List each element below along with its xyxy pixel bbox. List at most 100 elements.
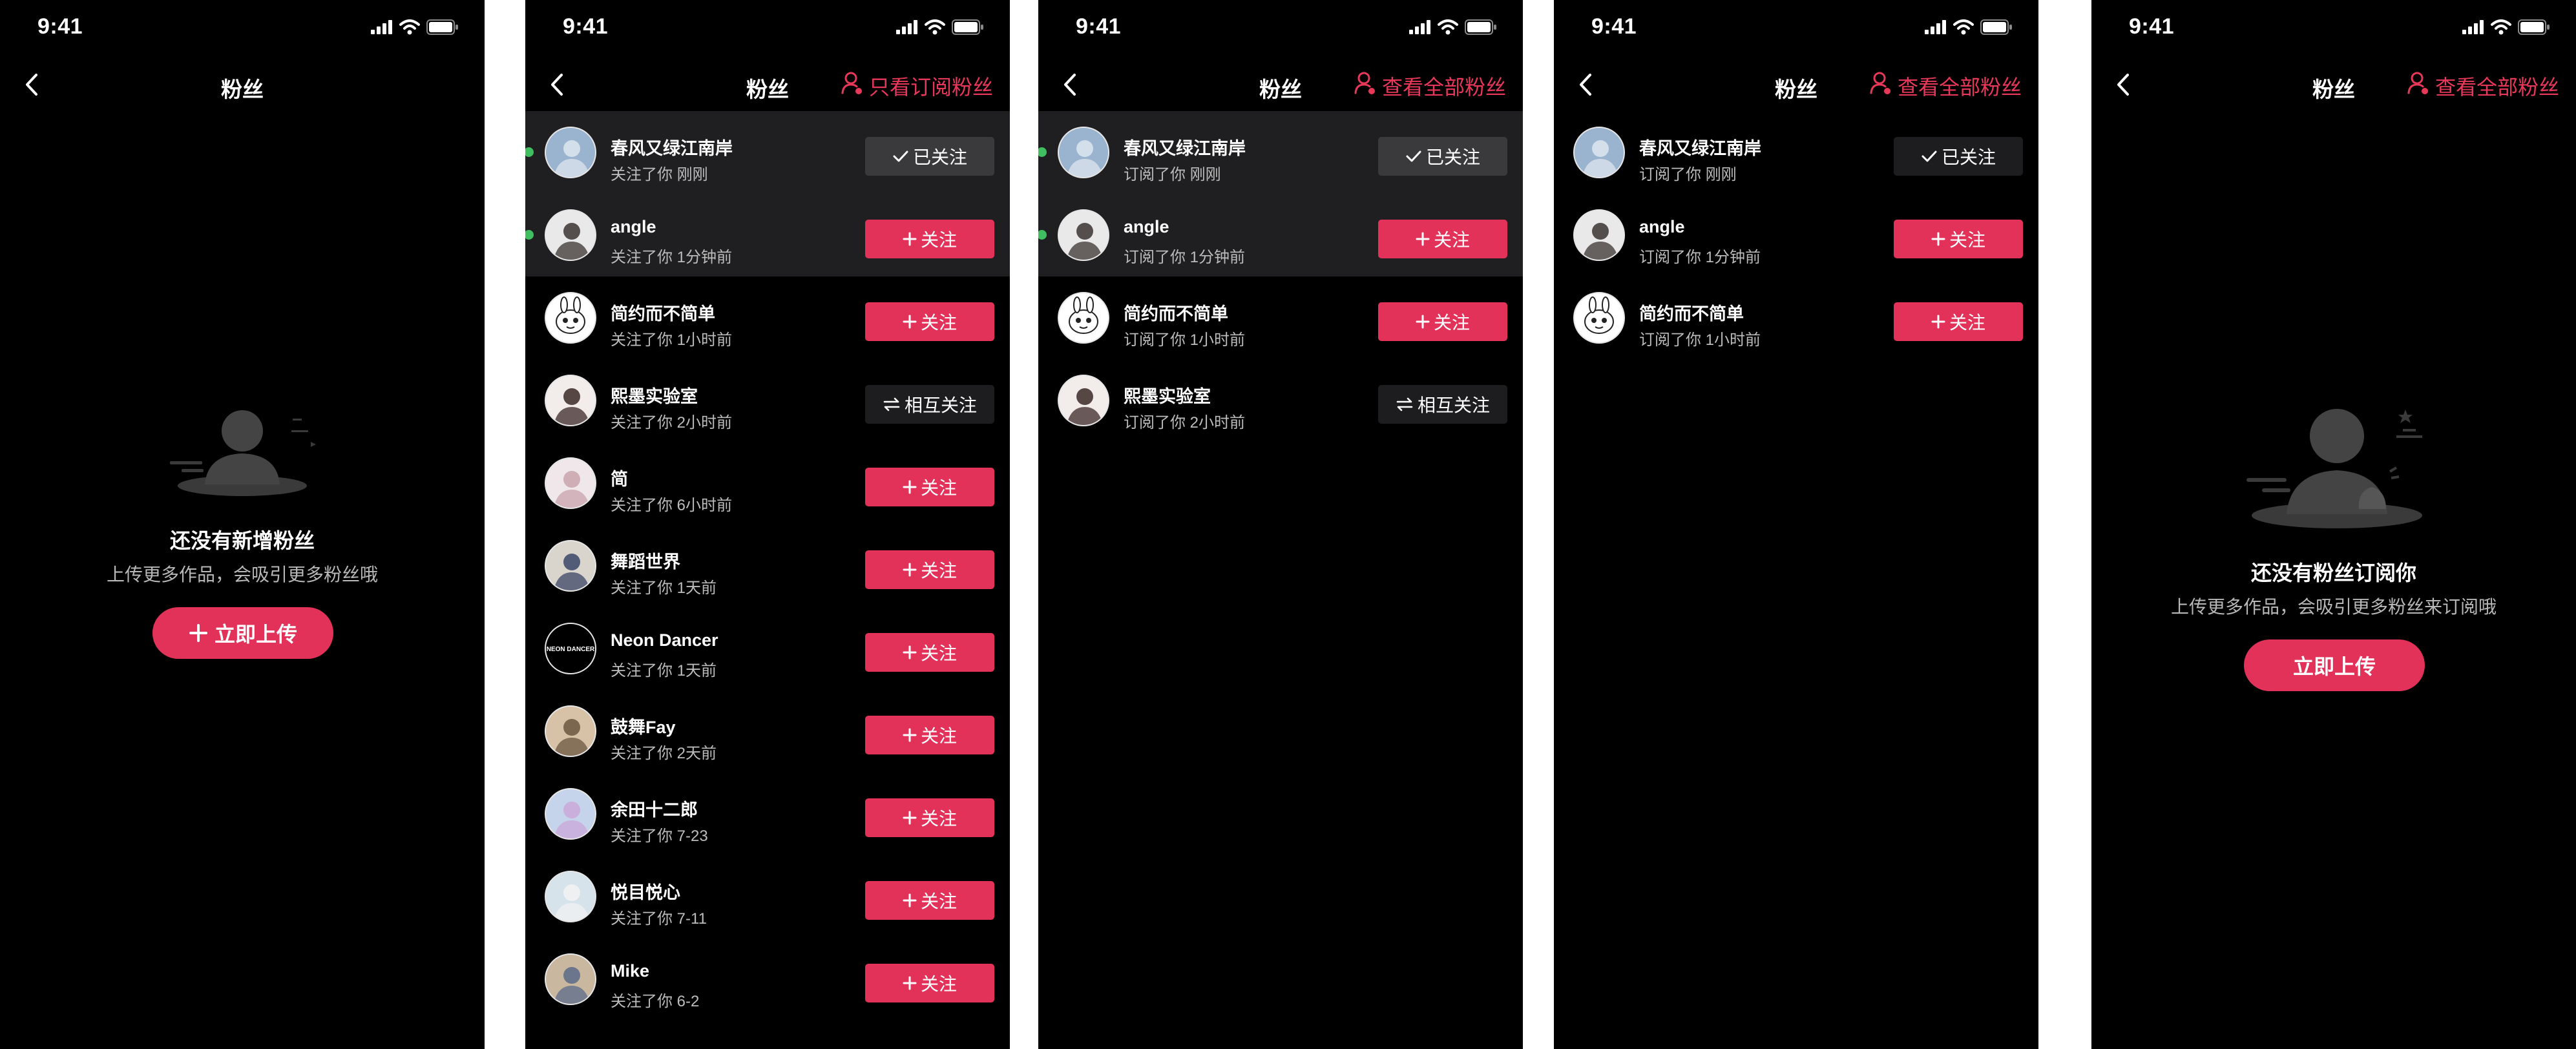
list-item[interactable]: NEON DANCER Neon Dancer 关注了你 1天前 关注 — [525, 607, 1010, 690]
user-name[interactable]: angle — [1639, 217, 1685, 237]
wifi-icon — [399, 19, 420, 35]
upload-button[interactable]: 立即上传 — [2244, 639, 2425, 691]
list-item[interactable]: 舞蹈世界关注了你 1天前 关注 — [525, 524, 1010, 607]
nav-bar: 粉丝 查看全部粉丝 — [1038, 58, 1523, 111]
user-name[interactable]: 鼓舞Fay — [611, 713, 676, 738]
avatar[interactable] — [545, 457, 596, 509]
follow-button[interactable]: 关注 — [865, 716, 994, 754]
signal-icon — [371, 20, 392, 34]
follow-button-label: 关注 — [1433, 230, 1470, 250]
avatar[interactable] — [1573, 292, 1625, 344]
wifi-icon — [2491, 19, 2511, 35]
follow-button[interactable]: 关注 — [865, 550, 994, 589]
follow-button[interactable]: 关注 — [865, 633, 994, 672]
list-item[interactable]: Mike 关注了你 6-2 关注 — [525, 938, 1010, 1021]
list-item[interactable]: angle 订阅了你 1分钟前 关注 — [1554, 194, 2038, 276]
list-item[interactable]: 余田十二郎 关注了你 7-23 关注 — [525, 773, 1010, 855]
follow-button-label: 关注 — [920, 809, 957, 829]
follow-button[interactable]: 关注 — [865, 881, 994, 920]
list-item[interactable]: 春风又绿江南岸订阅了你 刚刚 已关注 — [1554, 111, 2038, 194]
follow-button[interactable]: 关注 — [1378, 220, 1507, 258]
follow-button-label: 已关注 — [1941, 147, 1996, 167]
avatar[interactable] — [545, 788, 596, 840]
avatar[interactable] — [545, 292, 596, 344]
filter-link[interactable]: 查看全部粉丝 — [1354, 71, 1506, 101]
user-name[interactable]: 春风又绿江南岸 — [611, 134, 733, 160]
user-filter-icon — [1869, 71, 1892, 101]
follow-button[interactable]: 关注 — [865, 302, 994, 341]
list-item[interactable]: 熙墨实验室 订阅了你 2小时前 相互关注 — [1038, 359, 1523, 442]
filter-link[interactable]: 只看订阅粉丝 — [841, 71, 993, 101]
user-name[interactable]: 悦目悦心 — [611, 878, 680, 904]
status-icons — [371, 19, 459, 35]
follow-button-label: 相互关注 — [1417, 395, 1490, 415]
avatar[interactable] — [1058, 292, 1109, 344]
follow-button[interactable]: 相互关注 — [865, 385, 994, 424]
user-name[interactable]: 熙墨实验室 — [1124, 382, 1211, 408]
list-item[interactable]: angle 订阅了你 1分钟前 关注 — [1038, 194, 1523, 276]
fans-list: 春风又绿江南岸 订阅了你 刚刚 已关注 angle 订阅了你 1分钟前 关注 简约而不简单订… — [1038, 111, 1523, 442]
follow-button[interactable]: 关注 — [865, 220, 994, 258]
user-name[interactable]: Mike — [611, 961, 649, 981]
user-name[interactable]: angle — [1124, 217, 1169, 237]
user-name[interactable]: 简约而不简单 — [1639, 300, 1744, 325]
user-name[interactable]: 简 — [611, 465, 628, 490]
avatar[interactable] — [1058, 375, 1109, 426]
filter-link[interactable]: 查看全部粉丝 — [1869, 71, 2022, 101]
follow-button[interactable]: 关注 — [1894, 220, 2023, 258]
follow-button[interactable]: 已关注 — [1378, 137, 1507, 176]
follow-time: 订阅了你 刚刚 — [1639, 166, 1737, 183]
list-item[interactable]: 简关注了你 6小时前 关注 — [525, 442, 1010, 524]
avatar[interactable]: NEON DANCER — [545, 623, 596, 674]
wifi-icon — [1953, 19, 1974, 35]
avatar[interactable] — [545, 705, 596, 757]
user-name[interactable]: 熙墨实验室 — [611, 382, 698, 408]
avatar[interactable] — [545, 540, 596, 592]
list-item[interactable]: angle 关注了你 1分钟前 关注 — [525, 194, 1010, 276]
follow-button[interactable]: 关注 — [865, 964, 994, 1002]
user-name[interactable]: 简约而不简单 — [1124, 300, 1228, 325]
follow-time: 关注了你 1天前 — [611, 579, 717, 597]
list-item[interactable]: 鼓舞Fay 关注了你 2天前 关注 — [525, 690, 1010, 773]
filter-link[interactable]: 查看全部粉丝 — [2407, 71, 2559, 101]
avatar[interactable] — [1573, 127, 1625, 178]
follow-button[interactable]: 关注 — [865, 468, 994, 506]
follow-button[interactable]: 关注 — [1378, 302, 1507, 341]
follow-button-label: 已关注 — [1425, 147, 1480, 167]
avatar[interactable] — [545, 127, 596, 178]
user-name[interactable]: 简约而不简单 — [611, 300, 715, 325]
upload-button[interactable]: 立即上传 — [152, 607, 333, 659]
list-item[interactable]: 悦目悦心 关注了你 7-11 关注 — [525, 855, 1010, 938]
list-item[interactable]: 简约而不简单 订阅了你 1小时前 关注 — [1038, 276, 1523, 359]
follow-button[interactable]: 相互关注 — [1378, 385, 1507, 424]
follow-button[interactable]: 关注 — [1894, 302, 2023, 341]
check-icon — [1922, 151, 1937, 162]
user-name[interactable]: 余田十二郎 — [611, 796, 698, 821]
user-name[interactable]: angle — [611, 217, 656, 237]
list-item[interactable]: 春风又绿江南岸 关注了你 刚刚 已关注 — [525, 111, 1010, 194]
follow-button[interactable]: 已关注 — [1894, 137, 2023, 176]
list-item[interactable]: 简约而不简单 订阅了你 1小时前 关注 — [1554, 276, 2038, 359]
avatar[interactable] — [1058, 209, 1109, 261]
follow-button[interactable]: 已关注 — [865, 137, 994, 176]
user-name[interactable]: 春风又绿江南岸 — [1124, 134, 1246, 160]
avatar[interactable] — [1573, 209, 1625, 261]
user-name[interactable]: 春风又绿江南岸 — [1639, 134, 1761, 160]
list-item[interactable]: 熙墨实验室关注了你 2小时前 相互关注 — [525, 359, 1010, 442]
empty-subscriber-illustration — [2246, 409, 2422, 528]
follow-time: 订阅了你 1分钟前 — [1639, 249, 1761, 266]
follow-time: 关注了你 2小时前 — [611, 414, 733, 431]
avatar[interactable] — [1058, 127, 1109, 178]
empty-user-illustration — [170, 410, 316, 496]
avatar[interactable] — [545, 953, 596, 1005]
nav-bar: 粉丝 只看订阅粉丝 — [525, 58, 1010, 111]
user-name[interactable]: Neon Dancer — [611, 630, 718, 650]
avatar[interactable] — [545, 209, 596, 261]
list-item[interactable]: 简约而不简单 关注了你 1小时前 关注 — [525, 276, 1010, 359]
status-bar: 9:41 — [525, 0, 1010, 58]
avatar[interactable] — [545, 375, 596, 426]
avatar[interactable] — [545, 871, 596, 922]
user-name[interactable]: 舞蹈世界 — [611, 548, 680, 573]
list-item[interactable]: 春风又绿江南岸 订阅了你 刚刚 已关注 — [1038, 111, 1523, 194]
follow-button[interactable]: 关注 — [865, 798, 994, 837]
